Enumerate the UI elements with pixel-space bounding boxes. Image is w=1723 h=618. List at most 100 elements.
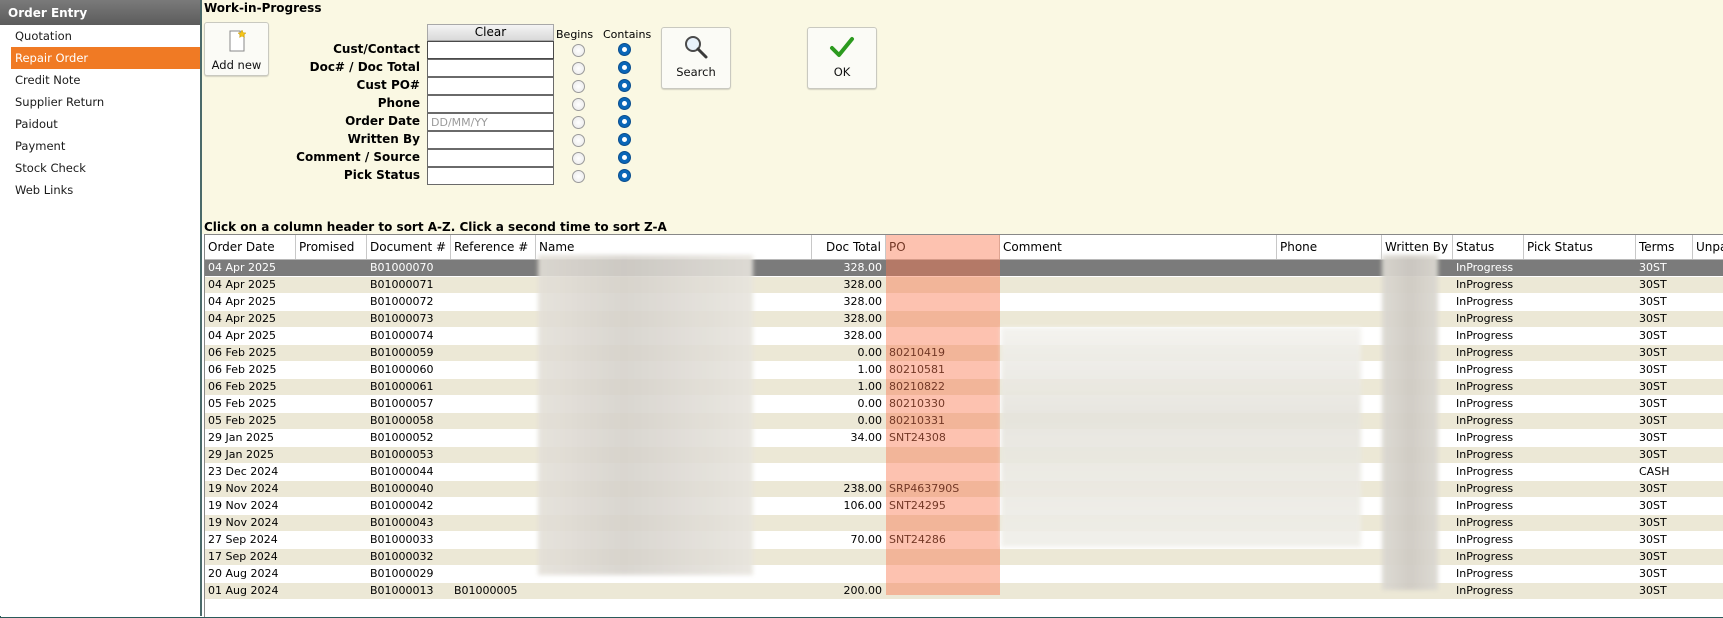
status-cell: InProgress (1456, 363, 1514, 376)
cust-po-input[interactable] (427, 77, 554, 95)
contains-radio[interactable] (618, 169, 631, 182)
table-row[interactable]: 04 Apr 2025 B01000070 328.00 InProgress 30ST (205, 260, 1723, 277)
column-header-status[interactable]: Status (1453, 235, 1524, 259)
po-cell: SRP463790S (889, 482, 960, 495)
begins-radio[interactable] (572, 44, 585, 57)
document-cell: B01000074 (370, 329, 434, 342)
table-row[interactable]: 23 Dec 2024 B01000044 InProgress CASH (205, 464, 1723, 481)
column-header-unpaid[interactable]: Unpa (1693, 235, 1723, 259)
sidebar-item-credit-note[interactable]: Credit Note (11, 69, 200, 91)
column-header-po[interactable]: PO (886, 235, 1000, 259)
search-panel: Work-in-Progress Add new Clear Begins Co… (202, 0, 1723, 234)
cust-contact-input[interactable] (427, 41, 554, 59)
table-row[interactable]: 04 Apr 2025 B01000072 328.00 InProgress 30ST (205, 294, 1723, 311)
sidebar-item-stock-check[interactable]: Stock Check (11, 157, 200, 179)
begins-radio[interactable] (572, 80, 585, 93)
field-label: Order Date (345, 114, 420, 128)
column-header-promised[interactable]: Promised (296, 235, 367, 259)
doc-total-cell: 328.00 (843, 261, 883, 274)
sidebar-item-supplier-return[interactable]: Supplier Return (11, 91, 200, 113)
table-row[interactable]: 04 Apr 2025 B01000073 328.00 InProgress 30ST (205, 311, 1723, 328)
ok-button[interactable]: OK (807, 27, 877, 89)
column-header-reference[interactable]: Reference # (451, 235, 536, 259)
field-label: Doc# / Doc Total (309, 60, 420, 74)
table-row[interactable]: 06 Feb 2025 B01000061 1.00 80210822 InProgre… (205, 379, 1723, 396)
table-row[interactable]: 27 Sep 2024 B01000033 70.00 SNT24286 InProgr… (205, 532, 1723, 549)
table-row[interactable]: 17 Sep 2024 B01000032 InProgress 30ST (205, 549, 1723, 566)
contains-radio[interactable] (618, 43, 631, 56)
table-row[interactable]: 19 Nov 2024 B01000043 InProgress 30ST (205, 515, 1723, 532)
sort-hint: Click on a column header to sort A-Z. Cl… (204, 220, 667, 234)
begins-radio[interactable] (572, 170, 585, 183)
phone-input[interactable] (427, 95, 554, 113)
order-date-cell: 19 Nov 2024 (208, 499, 279, 512)
ok-label: OK (833, 65, 851, 79)
status-cell: InProgress (1456, 448, 1514, 461)
doc-total-cell: 328.00 (843, 329, 883, 342)
begins-radio[interactable] (572, 134, 585, 147)
document-cell: B01000053 (370, 448, 434, 461)
status-cell: InProgress (1456, 414, 1514, 427)
column-header-phone[interactable]: Phone (1277, 235, 1382, 259)
column-header-pick-status[interactable]: Pick Status (1524, 235, 1636, 259)
table-row[interactable]: 06 Feb 2025 B01000059 0.00 80210419 InProgre… (205, 345, 1723, 362)
column-header-doc-total[interactable]: Doc Total (812, 235, 886, 259)
main-panel: Work-in-Progress Add new Clear Begins Co… (202, 0, 1723, 617)
table-row[interactable]: 20 Aug 2024 B01000029 InProgress 30ST (205, 566, 1723, 583)
search-button[interactable]: Search (661, 27, 731, 89)
po-cell: SNT24286 (889, 533, 946, 546)
order-date-cell: 04 Apr 2025 (208, 312, 277, 325)
status-cell: InProgress (1456, 261, 1514, 274)
contains-radio[interactable] (618, 133, 631, 146)
begins-radio[interactable] (572, 116, 585, 129)
table-row[interactable]: 01 Aug 2024 B01000013 B01000005 200.00 InPro… (205, 583, 1723, 600)
status-cell: InProgress (1456, 499, 1514, 512)
sidebar-item-repair-order[interactable]: Repair Order (11, 47, 200, 69)
table-row[interactable]: 05 Feb 2025 B01000058 0.00 80210331 InProgre… (205, 413, 1723, 430)
table-row[interactable]: 29 Jan 2025 B01000052 34.00 SNT24308 InProgr… (205, 430, 1723, 447)
table-row[interactable]: 05 Feb 2025 B01000057 0.00 80210330 InProgre… (205, 396, 1723, 413)
status-cell: InProgress (1456, 380, 1514, 393)
table-row[interactable]: 29 Jan 2025 B01000053 InProgress 30ST (205, 447, 1723, 464)
sidebar-item-quotation[interactable]: Quotation (11, 25, 200, 47)
status-cell: InProgress (1456, 431, 1514, 444)
comment-source-input[interactable] (427, 149, 554, 167)
document-cell: B01000032 (370, 550, 434, 563)
table-row[interactable]: 19 Nov 2024 B01000040 238.00 SRP463790S InPr… (205, 481, 1723, 498)
begins-radio[interactable] (572, 62, 585, 75)
table-row[interactable]: 04 Apr 2025 B01000074 328.00 InProgress 30ST (205, 328, 1723, 345)
written-by-input[interactable] (427, 131, 554, 149)
contains-radio[interactable] (618, 151, 631, 164)
column-header-document[interactable]: Document # (367, 235, 451, 259)
sidebar-item-payment[interactable]: Payment (11, 135, 200, 157)
column-header-comment[interactable]: Comment (1000, 235, 1277, 259)
sidebar-item-web-links[interactable]: Web Links (11, 179, 200, 201)
pick-status-input[interactable] (427, 167, 554, 185)
search-label: Search (676, 65, 716, 79)
contains-radio[interactable] (618, 97, 631, 110)
po-cell: 80210330 (889, 397, 945, 410)
begins-radio[interactable] (572, 152, 585, 165)
doc-total-input[interactable] (427, 59, 554, 77)
contains-radio[interactable] (618, 79, 631, 92)
table-row[interactable]: 06 Feb 2025 B01000060 1.00 80210581 InProgre… (205, 362, 1723, 379)
contains-radio[interactable] (618, 115, 631, 128)
table-row[interactable]: 19 Nov 2024 B01000042 106.00 SNT24295 InProg… (205, 498, 1723, 515)
field-label: Phone (377, 96, 420, 110)
clear-button[interactable]: Clear (427, 24, 554, 41)
column-header-written-by[interactable]: Written By (1382, 235, 1453, 259)
table-row[interactable]: 04 Apr 2025 B01000071 328.00 InProgress 30ST (205, 277, 1723, 294)
terms-cell: 30ST (1639, 363, 1667, 376)
doc-total-cell: 238.00 (843, 482, 883, 495)
contains-radio[interactable] (618, 61, 631, 74)
checkmark-icon (808, 34, 876, 63)
begins-radio[interactable] (572, 98, 585, 111)
column-header-order-date[interactable]: Order Date (205, 235, 296, 259)
magnifier-icon (662, 34, 730, 63)
column-header-terms[interactable]: Terms (1636, 235, 1693, 259)
column-header-name[interactable]: Name (536, 235, 812, 259)
order-date-cell: 27 Sep 2024 (208, 533, 278, 546)
document-cell: B01000043 (370, 516, 434, 529)
sidebar-item-paidout[interactable]: Paidout (11, 113, 200, 135)
order-date-input[interactable] (427, 113, 554, 131)
